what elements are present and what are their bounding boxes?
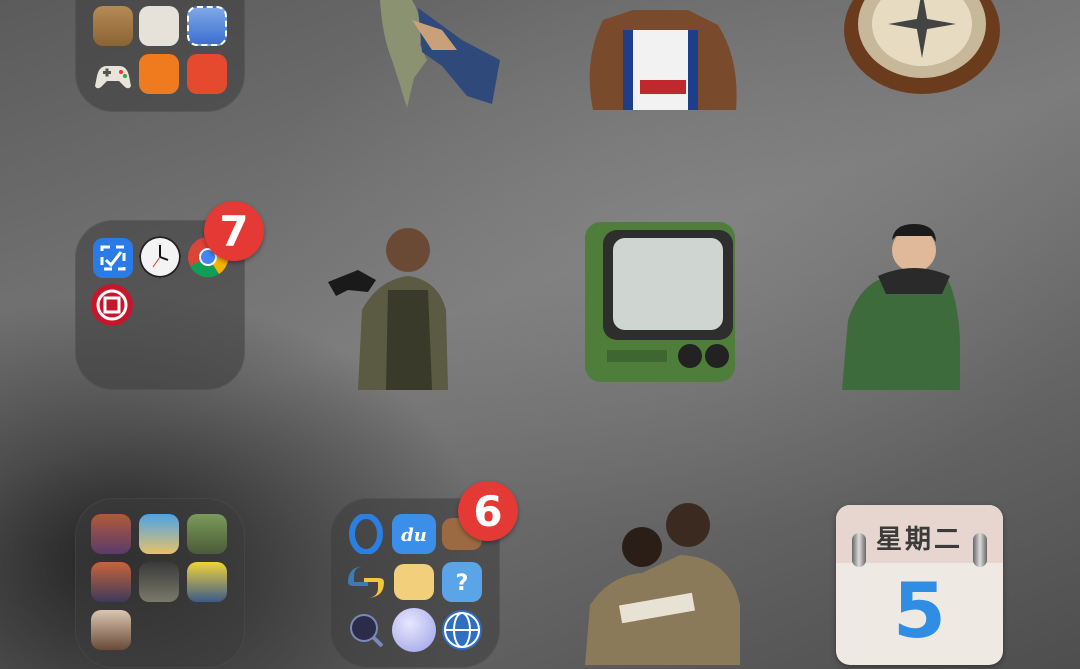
svg-text:?: ? (456, 571, 469, 596)
svg-text:du: du (401, 525, 427, 546)
game2-icon[interactable] (139, 514, 179, 554)
game4-icon[interactable] (91, 562, 131, 602)
gamepad-app-icon[interactable] (93, 54, 133, 94)
fish-photo-sticker[interactable] (372, 0, 502, 110)
book-app-icon[interactable] (93, 6, 133, 46)
pad-app-icon[interactable] (139, 6, 179, 46)
notification-badge: 6 (458, 481, 518, 541)
compass-sticker[interactable] (842, 0, 1002, 98)
stamp-app-icon[interactable] (187, 6, 227, 46)
browser-app-icon[interactable] (346, 514, 386, 554)
man-in-coat-sticker[interactable] (838, 220, 960, 390)
orb-app-icon[interactable] (392, 608, 436, 652)
python-app-icon[interactable] (346, 562, 386, 602)
game5-icon[interactable] (139, 562, 179, 602)
help-app-icon[interactable]: ? (442, 562, 482, 602)
notes-app-icon[interactable] (394, 564, 434, 600)
father-son-reading-sticker[interactable] (580, 495, 745, 665)
game3-icon[interactable] (187, 514, 227, 554)
globe-app-icon[interactable] (442, 610, 482, 650)
clock-app-icon[interactable] (139, 236, 181, 278)
retro-tv-sticker[interactable] (585, 220, 738, 388)
soldier-sticker[interactable] (328, 220, 450, 390)
basketball-player-sticker[interactable] (578, 0, 743, 110)
calendar-weekday: 星期二 (875, 525, 963, 555)
game7-icon[interactable] (91, 610, 131, 650)
game1-icon[interactable] (91, 514, 131, 554)
app-folder-games[interactable] (75, 498, 245, 668)
orange-app-icon[interactable] (139, 54, 179, 94)
red-app-icon[interactable] (187, 54, 227, 94)
calendar-app-icon[interactable]: 星期二 5 (836, 505, 1003, 665)
capture-app-icon[interactable] (93, 238, 133, 278)
notification-badge: 7 (204, 201, 264, 261)
calendar-day: 5 (893, 566, 946, 655)
bank-app-icon[interactable] (91, 284, 133, 326)
game6-icon[interactable] (187, 562, 227, 602)
app-folder-1[interactable] (75, 0, 245, 112)
baidu-app-icon[interactable]: du (392, 514, 436, 554)
search-grid-app-icon[interactable] (346, 610, 386, 650)
